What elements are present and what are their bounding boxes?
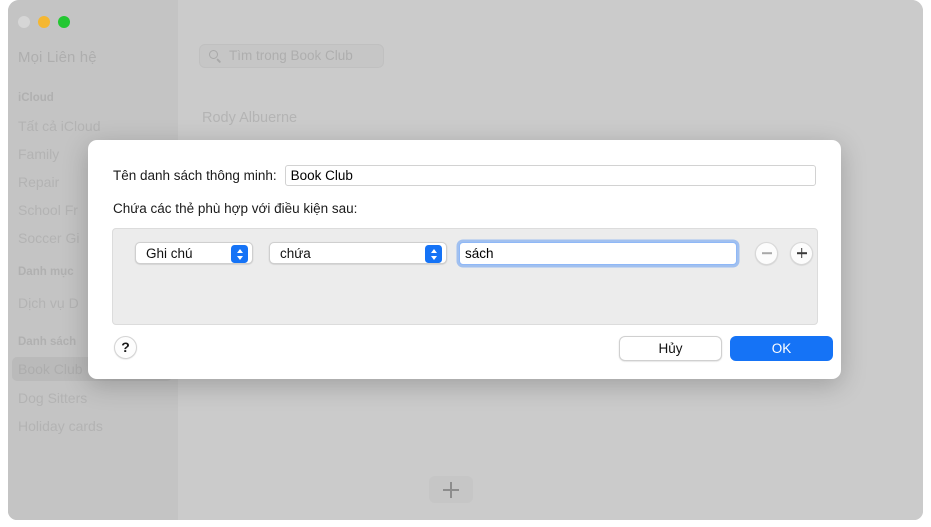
minimize-window-icon[interactable] [38, 16, 50, 28]
add-contact-button[interactable] [429, 476, 473, 503]
screen: Mọi Liên hệ iCloud Tất cả iCloud Family … [0, 0, 931, 527]
ok-button[interactable]: OK [730, 336, 833, 361]
sidebar-item-soccer-gi[interactable]: Soccer Gi [18, 230, 79, 246]
sidebar-item-holiday-cards[interactable]: Holiday cards [18, 418, 103, 434]
conditions-panel: Ghi chú chứa [112, 228, 818, 325]
chevron-updown-icon [231, 245, 248, 263]
help-button[interactable]: ? [114, 336, 137, 359]
minus-icon [761, 252, 772, 254]
search-input[interactable]: Tìm trong Book Club [199, 44, 384, 68]
condition-operator-select[interactable]: chứa [269, 242, 447, 264]
sidebar-title: Mọi Liên hệ [18, 49, 97, 66]
condition-value-input[interactable] [459, 241, 737, 265]
smart-list-name-label: Tên danh sách thông minh: [113, 167, 277, 183]
condition-description-label: Chứa các thẻ phù hợp với điều kiện sau: [113, 201, 358, 216]
condition-operator-label: chứa [280, 245, 311, 261]
remove-condition-button[interactable] [755, 241, 778, 265]
maximize-window-icon[interactable] [58, 16, 70, 28]
smart-list-name-input[interactable] [284, 164, 816, 186]
search-placeholder: Tìm trong Book Club [229, 48, 353, 63]
sidebar-item-repair[interactable]: Repair [18, 174, 59, 190]
sidebar-item-dog-sitters[interactable]: Dog Sitters [18, 390, 87, 406]
list-item[interactable]: Rody Albuerne [202, 110, 297, 126]
sidebar-group-danh-muc: Danh mục [18, 266, 74, 278]
sidebar-item-dich-vu-d[interactable]: Dịch vụ D [18, 295, 79, 311]
sidebar-group-icloud: iCloud [18, 92, 54, 104]
traffic-lights [18, 16, 70, 28]
condition-attribute-label: Ghi chú [146, 245, 193, 261]
add-condition-button[interactable] [790, 241, 813, 265]
close-window-icon[interactable] [18, 16, 30, 28]
sidebar-item-school-fr[interactable]: School Fr [18, 202, 78, 218]
sidebar-item-tat-ca-icloud[interactable]: Tất cả iCloud [18, 118, 100, 134]
sidebar-item-family[interactable]: Family [18, 146, 59, 162]
chevron-updown-icon [425, 245, 442, 263]
condition-attribute-select[interactable]: Ghi chú [135, 242, 253, 264]
search-icon [209, 50, 222, 64]
cancel-button[interactable]: Hủy [619, 336, 722, 361]
smart-list-name-row: Tên danh sách thông minh: [113, 164, 816, 186]
sidebar-group-danh-sach: Danh sách [18, 336, 77, 348]
smart-list-dialog: Tên danh sách thông minh: Chứa các thẻ p… [88, 140, 841, 379]
condition-row: Ghi chú chứa [113, 229, 819, 277]
